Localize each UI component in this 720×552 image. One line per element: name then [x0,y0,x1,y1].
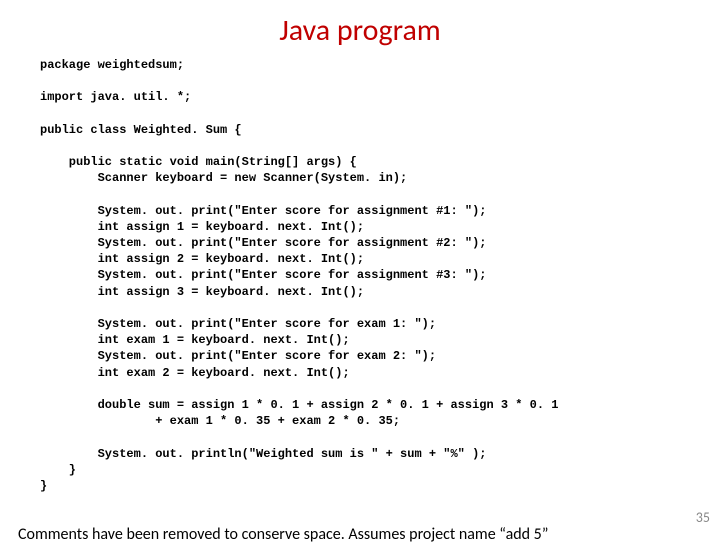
slide-title: Java program [0,12,720,49]
footer-note: Comments have been removed to conserve s… [18,525,548,544]
slide-number: 35 [696,509,710,526]
code-block: package weightedsum; import java. util. … [40,57,720,494]
